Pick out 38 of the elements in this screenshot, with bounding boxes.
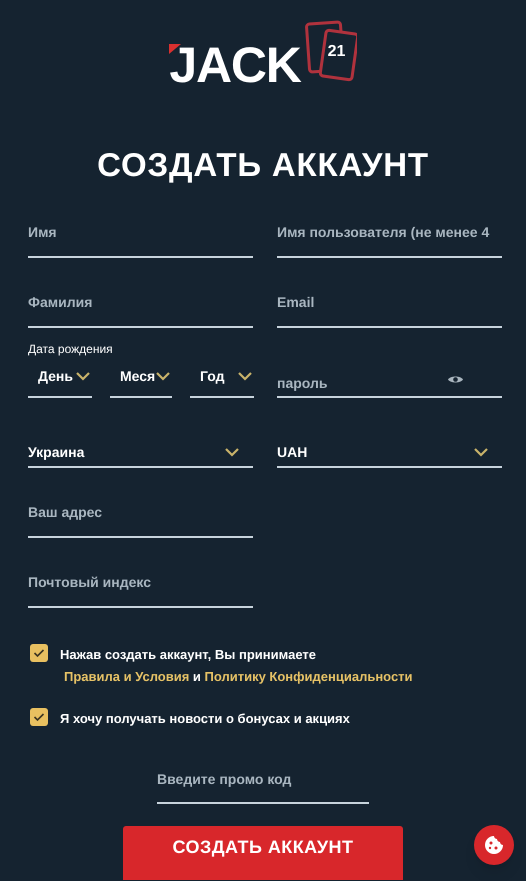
password-field[interactable]: пароль (277, 348, 502, 398)
select-field[interactable]: UAH (277, 418, 502, 468)
select-value: Украина (28, 443, 84, 462)
select-value: День (38, 367, 73, 386)
check-icon (33, 648, 45, 658)
text-field[interactable]: Email (277, 278, 502, 328)
select-field[interactable]: Меся (110, 358, 172, 398)
select-value: Год (200, 367, 224, 386)
text-field[interactable]: Имя пользователя (не менее 4 (277, 208, 502, 258)
page-title: СОЗДАТЬ АККАУНТ (97, 145, 429, 185)
text-field[interactable]: Имя (28, 208, 253, 258)
terms-link[interactable]: Правила и Условия (64, 668, 190, 684)
create-account-button[interactable]: СОЗДАТЬ АККАУНТ (123, 826, 403, 880)
text-field[interactable]: Почтовый индекс (28, 558, 253, 608)
text-field[interactable]: Фамилия (28, 278, 253, 328)
select-field[interactable]: День (28, 358, 92, 398)
privacy-policy-link[interactable]: Политику Конфиденциальности (204, 668, 413, 684)
check-icon (33, 712, 45, 722)
promo-code-field[interactable]: Введите промо код (157, 756, 369, 804)
select-field[interactable]: Украина (28, 418, 253, 468)
select-field[interactable]: Год (190, 358, 254, 398)
logo-word: JACK (169, 40, 301, 90)
field-label: Дата рождения (28, 342, 114, 356)
eye-icon[interactable] (447, 374, 464, 384)
chevron-down-icon (238, 372, 252, 381)
chevron-down-icon (76, 372, 90, 381)
text-field[interactable]: Ваш адрес (28, 488, 253, 538)
select-value: Меся (120, 367, 156, 386)
chevron-down-icon (474, 448, 488, 457)
cookie-icon (484, 835, 504, 855)
cookie-button[interactable] (474, 825, 514, 865)
checkbox[interactable] (30, 708, 48, 726)
chevron-down-icon (225, 448, 239, 457)
consent-text: Нажав создать аккаунт, Вы принимаете Правила и Условия и Политику Конфиденциальности (60, 646, 413, 686)
checkbox[interactable] (30, 644, 48, 662)
consent-text: Я хочу получать новости о бонусах и акциях (60, 710, 350, 728)
chevron-down-icon (156, 372, 170, 381)
select-value: UAH (277, 443, 308, 462)
